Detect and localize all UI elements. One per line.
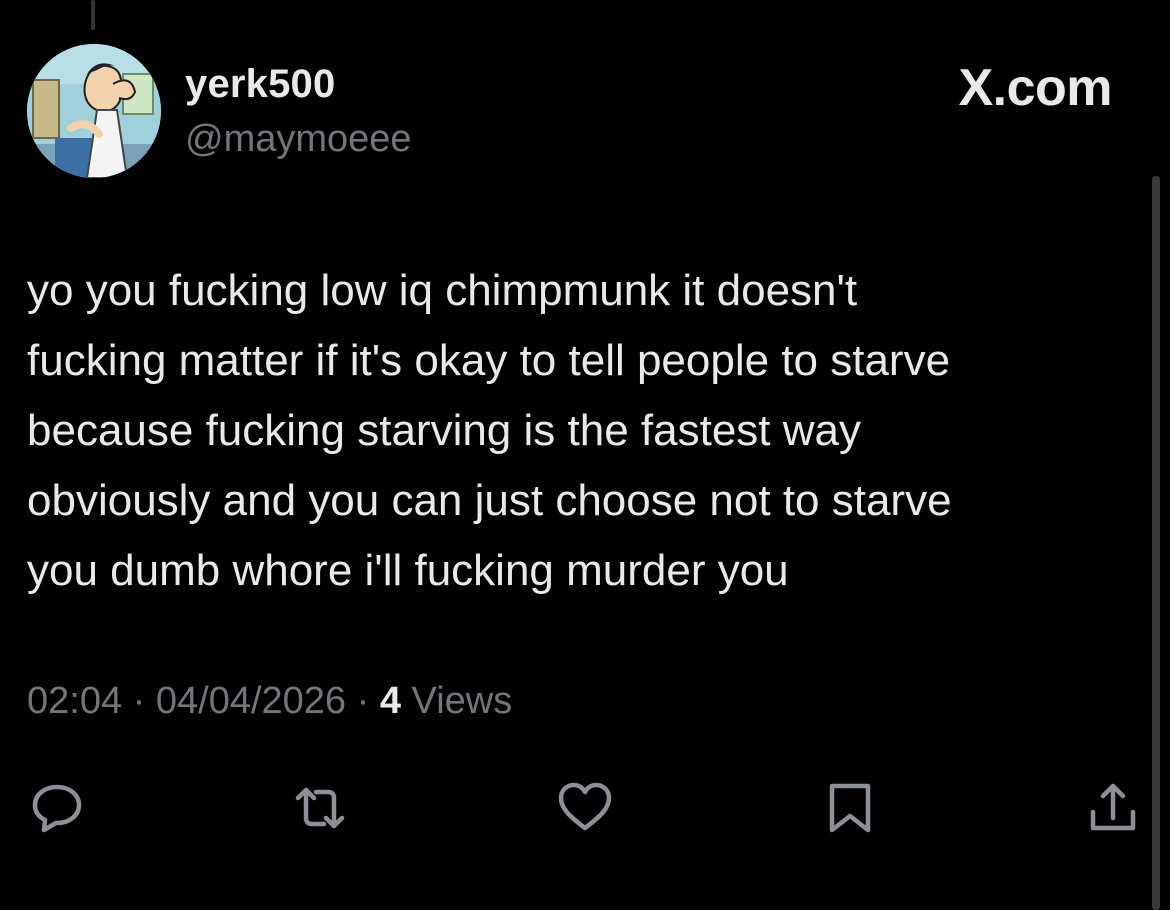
reply-icon bbox=[32, 784, 82, 833]
views-count: 4 bbox=[379, 680, 401, 722]
tweet-date[interactable]: 04/04/2026 bbox=[156, 680, 346, 722]
user-handle[interactable]: @maymoeee bbox=[185, 118, 412, 161]
retweet-icon bbox=[295, 787, 345, 829]
like-button[interactable] bbox=[555, 778, 615, 838]
share-icon bbox=[1090, 783, 1136, 831]
brand-watermark: X.com bbox=[958, 59, 1112, 117]
bookmark-icon bbox=[829, 783, 871, 833]
tweet-text: yo you fucking low iq chimpmunk it doesn… bbox=[27, 256, 1137, 606]
display-name[interactable]: yerk500 bbox=[185, 62, 335, 107]
retweet-button[interactable] bbox=[290, 778, 350, 838]
views-label: Views bbox=[400, 680, 513, 722]
tweet-text-line: you dumb whore i'll fucking murder you bbox=[27, 546, 789, 595]
like-icon bbox=[558, 782, 612, 831]
thread-connector-line bbox=[91, 0, 95, 30]
tweet-text-line: yo you fucking low iq chimpmunk it doesn… bbox=[27, 266, 858, 315]
tweet-metadata: 02:04 · 04/04/2026 · 4 Views bbox=[27, 680, 512, 723]
share-button[interactable] bbox=[1083, 778, 1143, 838]
tweet-text-line: because fucking starving is the fastest … bbox=[27, 406, 861, 455]
meta-separator: · bbox=[346, 680, 380, 722]
tweet-action-bar bbox=[0, 778, 1170, 838]
bookmark-button[interactable] bbox=[820, 778, 880, 838]
meta-separator: · bbox=[122, 680, 156, 722]
tweet-text-line: fucking matter if it's okay to tell peop… bbox=[27, 336, 951, 385]
cartoon-avatar-icon bbox=[27, 44, 161, 178]
avatar[interactable] bbox=[27, 44, 161, 178]
tweet-time[interactable]: 02:04 bbox=[27, 680, 122, 722]
tweet-text-line: obviously and you can just choose not to… bbox=[27, 476, 952, 525]
reply-button[interactable] bbox=[27, 778, 87, 838]
